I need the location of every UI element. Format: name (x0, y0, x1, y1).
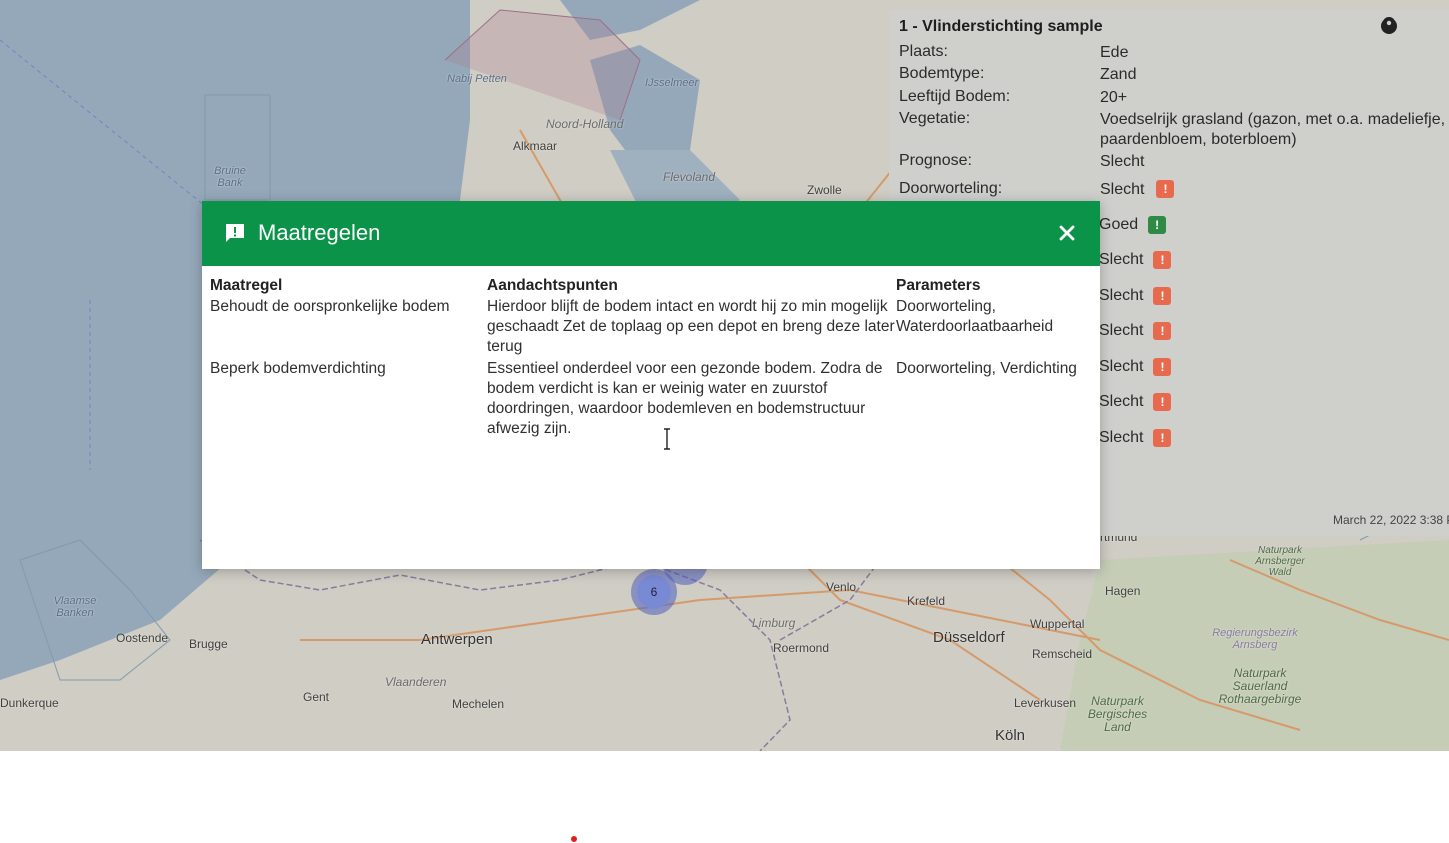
alert-badge-icon: ! (1153, 251, 1172, 269)
map-label-noord-holland: Noord-Holland (546, 117, 624, 131)
cell-aandachtspunten: Essentieel onderdeel voor een gezonde bo… (487, 360, 883, 437)
info-row-leeftijd: Leeftijd Bodem: 20+ (899, 88, 1449, 108)
map-label-roermond: Roermond (773, 641, 830, 655)
map-label-brugge: Brugge (189, 637, 228, 651)
cluster-count: 6 (637, 575, 671, 609)
info-row-doorworteling: Doorworteling: Slecht ! (899, 180, 1175, 200)
info-row-vegetatie: Vegetatie: Voedselrijk grasland (gazon, … (899, 110, 1449, 150)
map-label-naturpark-arnsberger: Naturpark Arnsberger Wald (1255, 545, 1305, 578)
column-header-maatregel: Maatregel (210, 277, 283, 294)
map-label-ijsselmeer: IJsselmeer (645, 77, 699, 89)
info-value: Slecht (1100, 181, 1145, 198)
status-text: Goed (1099, 216, 1139, 233)
alert-badge-icon: ! (1148, 216, 1167, 234)
sample-timestamp: March 22, 2022 3:38 P (1333, 513, 1449, 527)
column-header-aandachtspunten: Aandachtspunten (487, 277, 618, 294)
info-row-bodemtype: Bodemtype: Zand (899, 65, 1449, 85)
map-label-gent: Gent (303, 690, 330, 704)
status-row: Slecht ! (1099, 251, 1172, 269)
info-key: Bodemtype: (899, 65, 985, 82)
status-text: Slecht (1099, 429, 1144, 446)
map-label-limburg: Limburg (752, 616, 796, 630)
sample-title: 1 - Vlinderstichting sample (899, 18, 1103, 35)
map-label-antwerpen: Antwerpen (421, 631, 493, 648)
map-label-krefeld: Krefeld (907, 594, 946, 608)
map-label-remscheid: Remscheid (1032, 647, 1093, 661)
status-text: Slecht (1099, 393, 1144, 410)
map-label-leverkusen: Leverkusen (1014, 696, 1077, 710)
cell-maatregel: Beperk bodemverdichting (210, 360, 386, 377)
info-key: Plaats: (899, 43, 948, 60)
table-row: Behoudt de oorspronkelijke bodem Hierdoo… (210, 297, 1096, 359)
cell-parameters: Doorworteling, Waterdoorlaatbaarheid (896, 298, 1054, 335)
cell-maatregel: Behoudt de oorspronkelijke bodem (210, 298, 450, 315)
map-label-oostende: Oostende (116, 631, 169, 645)
maatregelen-table: Maatregel Aandachtspunten Parameters Beh… (210, 277, 1096, 441)
column-header-parameters: Parameters (896, 277, 981, 294)
modal-title: Maatregelen (258, 220, 381, 245)
info-key: Prognose: (899, 152, 972, 169)
map-label-naturpark-bergisches: Naturpark Bergisches Land (1087, 694, 1148, 735)
info-value: Zand (1100, 66, 1137, 83)
map-label-regierungsbezirk: Regierungsbezirk Arnsberg (1212, 627, 1298, 651)
map-label-nabij-petten: Nabij Petten (447, 73, 507, 85)
info-value: 20+ (1100, 89, 1128, 106)
close-button[interactable] (1054, 220, 1080, 246)
info-key: Doorworteling: (899, 180, 1003, 197)
info-row-plaats: Plaats: Ede (899, 43, 1449, 63)
map-label-vlaamse-banken: Vlaamse Banken (53, 595, 97, 619)
map-label-dusseldorf: Düsseldorf (933, 629, 1005, 646)
status-row: Slecht ! (1099, 393, 1172, 411)
cell-parameters: Doorworteling, Verdichting (896, 360, 1077, 377)
status-text: Slecht (1099, 358, 1144, 375)
indicator-dot (571, 836, 577, 842)
status-text: Slecht (1099, 251, 1144, 268)
map-label-alkmaar: Alkmaar (513, 139, 558, 153)
status-row: Slecht ! (1099, 358, 1172, 376)
status-row: Slecht ! (1099, 322, 1172, 340)
map-label-hagen: Hagen (1105, 584, 1141, 598)
modal-header: Maatregelen (202, 201, 1100, 266)
alert-badge-icon: ! (1153, 393, 1172, 411)
status-row: Slecht ! (1099, 287, 1172, 305)
text-cursor-icon (664, 428, 670, 450)
map-label-zwolle: Zwolle (807, 183, 842, 197)
map-label-flevoland: Flevoland (663, 170, 716, 184)
map-label-vlaanderen: Vlaanderen (385, 675, 447, 689)
status-text: Slecht (1099, 287, 1144, 304)
close-icon (1059, 225, 1075, 241)
map-label-naturpark-sauerland: Naturpark Sauerland Rothaargebirge (1218, 666, 1302, 707)
maatregelen-modal: Maatregelen Maatregel Aandachtspunten Pa… (202, 201, 1100, 569)
alert-badge-icon: ! (1153, 287, 1172, 305)
info-key: Leeftijd Bodem: (899, 88, 1011, 105)
map-label-wuppertal: Wuppertal (1030, 617, 1085, 631)
status-row: Slecht ! (1099, 429, 1172, 447)
map-label-koln: Köln (995, 727, 1026, 744)
cell-aandachtspunten: Hierdoor blijft de bodem intact en wordt… (487, 298, 895, 355)
info-value: Voedselrijk grasland (gazon, met o.a. ma… (1100, 111, 1446, 148)
location-pin-icon[interactable] (1383, 16, 1433, 36)
map-label-venlo: Venlo (826, 580, 857, 594)
alert-badge-icon: ! (1153, 322, 1172, 340)
alert-badge-icon: ! (1153, 429, 1172, 447)
table-header-row: Maatregel Aandachtspunten Parameters (210, 277, 1096, 297)
info-key: Vegetatie: (899, 110, 971, 127)
status-row: Goed ! (1099, 216, 1167, 234)
info-row-prognose: Prognose: Slecht (899, 152, 1449, 172)
map-label-bruine-bank: Bruine Bank (214, 165, 246, 189)
status-text: Slecht (1099, 322, 1144, 339)
feedback-alert-icon (224, 222, 246, 244)
map-label-dunkerque: Dunkerque (0, 696, 59, 710)
map-label-mechelen: Mechelen (452, 697, 505, 711)
alert-badge-icon: ! (1153, 358, 1172, 376)
table-row: Beperk bodemverdichting Essentieel onder… (210, 359, 1096, 441)
info-value: Ede (1100, 44, 1129, 61)
info-value: Slecht (1100, 153, 1145, 170)
map-cluster-marker[interactable]: 6 (631, 569, 677, 615)
alert-badge-icon: ! (1156, 180, 1175, 198)
